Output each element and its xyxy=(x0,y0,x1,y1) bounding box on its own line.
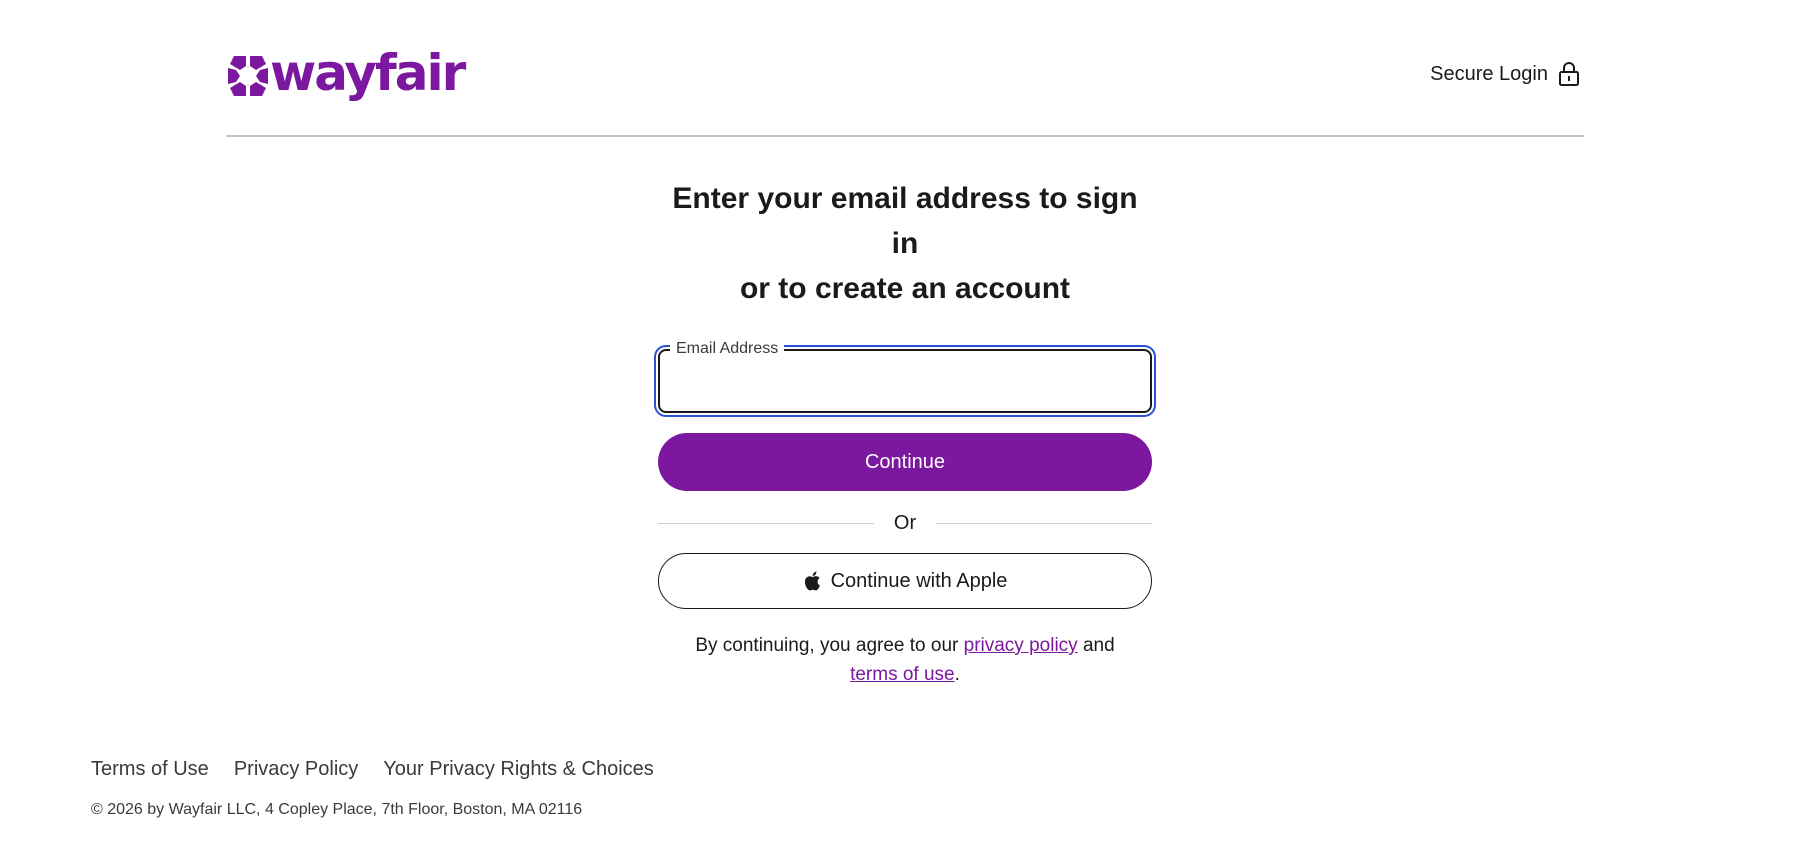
page-title-line-2: or to create an account xyxy=(739,272,1071,305)
footer-link-privacy[interactable]: Privacy Policy xyxy=(234,758,358,781)
privacy-policy-link[interactable]: privacy policy xyxy=(964,635,1078,656)
continue-button[interactable]: Continue xyxy=(658,433,1152,491)
apple-button-label: Continue with Apple xyxy=(830,569,1008,592)
sign-in-page: wayfair Secure Login Enter your email ad… xyxy=(0,0,1800,860)
footer-link-privacy-rights[interactable]: Your Privacy Rights & Choices xyxy=(383,758,654,781)
divider-line-right xyxy=(936,522,1152,524)
lock-icon xyxy=(1559,62,1579,86)
or-divider: Or xyxy=(658,507,1152,539)
logo-wordmark: wayfair xyxy=(270,44,466,102)
divider-text: Or xyxy=(893,511,917,534)
terms-of-use-link[interactable]: terms of use xyxy=(850,664,955,685)
page-title: Enter your email address to sign in or t… xyxy=(658,176,1152,311)
divider-line-left xyxy=(658,522,874,524)
page-header: wayfair Secure Login xyxy=(226,44,1584,137)
wayfair-logo[interactable]: wayfair xyxy=(226,44,466,106)
page-title-line-1: Enter your email address to sign in xyxy=(672,182,1138,260)
wayfair-logo-mark-icon xyxy=(228,56,268,96)
copyright: © 2026 by Wayfair LLC, 4 Copley Place, 7… xyxy=(91,801,583,818)
legal-suffix: . xyxy=(954,664,960,685)
secure-login-indicator: Secure Login xyxy=(1430,62,1580,86)
email-field-group: Email Address xyxy=(658,339,1152,413)
legal-notice: By continuing, you agree to our privacy … xyxy=(658,631,1152,689)
apple-icon xyxy=(804,571,820,591)
continue-with-apple-button[interactable]: Continue with Apple xyxy=(658,553,1152,609)
page-footer: Terms of Use Privacy Policy Your Privacy… xyxy=(91,758,679,819)
header-divider xyxy=(226,135,1584,137)
email-label: Email Address xyxy=(670,339,785,359)
secure-login-label: Secure Login xyxy=(1430,62,1548,85)
legal-and: and xyxy=(1077,635,1115,656)
footer-links: Terms of Use Privacy Policy Your Privacy… xyxy=(91,758,679,781)
legal-prefix: By continuing, you agree to our xyxy=(695,635,964,656)
footer-link-terms[interactable]: Terms of Use xyxy=(91,758,209,781)
sign-in-form: Enter your email address to sign in or t… xyxy=(658,176,1152,689)
